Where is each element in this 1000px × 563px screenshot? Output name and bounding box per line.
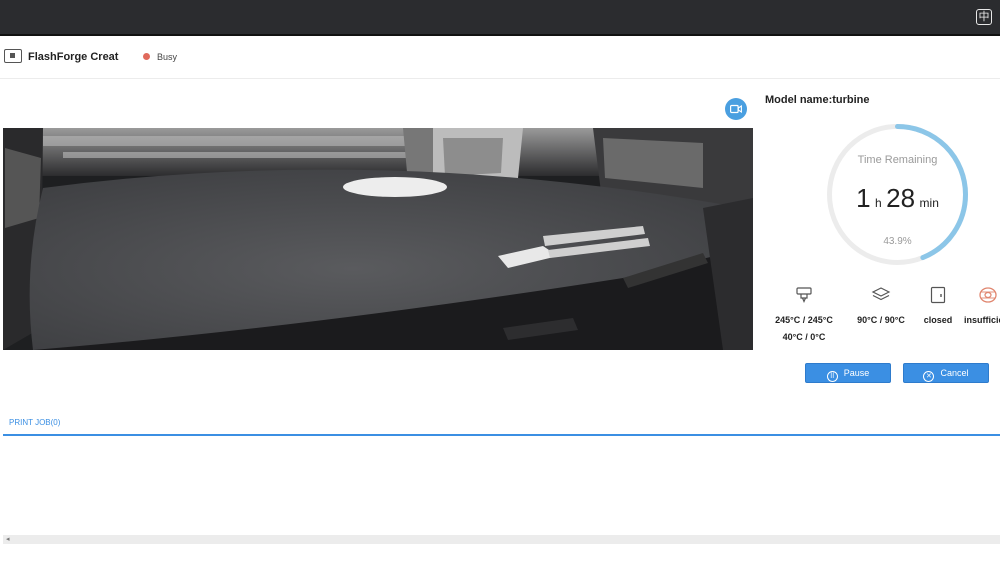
tab-underline [3,434,1000,436]
filament-spool-icon [979,287,997,303]
cancel-button[interactable]: ✕ Cancel [903,363,989,383]
nozzle-temp-line1: 245°C / 245°C [775,315,833,325]
door-icon [930,286,946,304]
door-status: closed [917,286,959,329]
time-remaining-value: 1 h 28 min [825,183,970,214]
language-icon[interactable]: 中 [976,9,992,25]
filament-status: insufficient [960,286,1000,329]
camera-feed [3,128,753,350]
pause-label: Pause [843,368,870,378]
top-bar: 中 [0,0,1000,36]
cancel-label: Cancel [940,368,969,378]
minutes-value: 28 [886,183,916,213]
hours-value: 1 [856,183,871,213]
status-dot [143,53,150,60]
printer-header: FlashForge Creat Busy [0,38,1000,79]
printer-icon [4,49,22,63]
status-text: Busy [157,52,178,62]
door-status-text: closed [923,315,953,325]
bed-temp-line1: 90°C / 90°C [857,315,905,325]
horizontal-scrollbar[interactable]: ◂ [3,535,1000,544]
cancel-icon: ✕ [923,371,935,382]
nozzle-icon [796,287,812,304]
tab-print-jobs[interactable]: PRINT JOB(0) [9,418,60,427]
camera-toggle-button[interactable] [725,98,747,120]
scroll-left-icon[interactable]: ◂ [6,535,10,544]
filament-status-text: insufficient [963,315,1000,325]
progress-percent: 43.9% [883,236,912,247]
pause-button[interactable]: ll Pause [805,363,891,383]
nozzle-temperature: 245°C / 245°C 40°C / 0°C [770,286,838,346]
nozzle-temp-line2: 40°C / 0°C [782,332,826,342]
time-remaining-label: Time Remaining [857,154,938,166]
pause-icon: ll [826,371,838,382]
model-name: Model name:turbine [765,94,870,106]
minutes-unit: min [919,196,939,210]
printer-name: FlashForge Creat [28,51,119,63]
bed-temperature: 90°C / 90°C [852,286,910,329]
layers-icon [871,287,891,301]
hours-unit: h [875,196,882,210]
video-camera-icon [730,104,742,114]
